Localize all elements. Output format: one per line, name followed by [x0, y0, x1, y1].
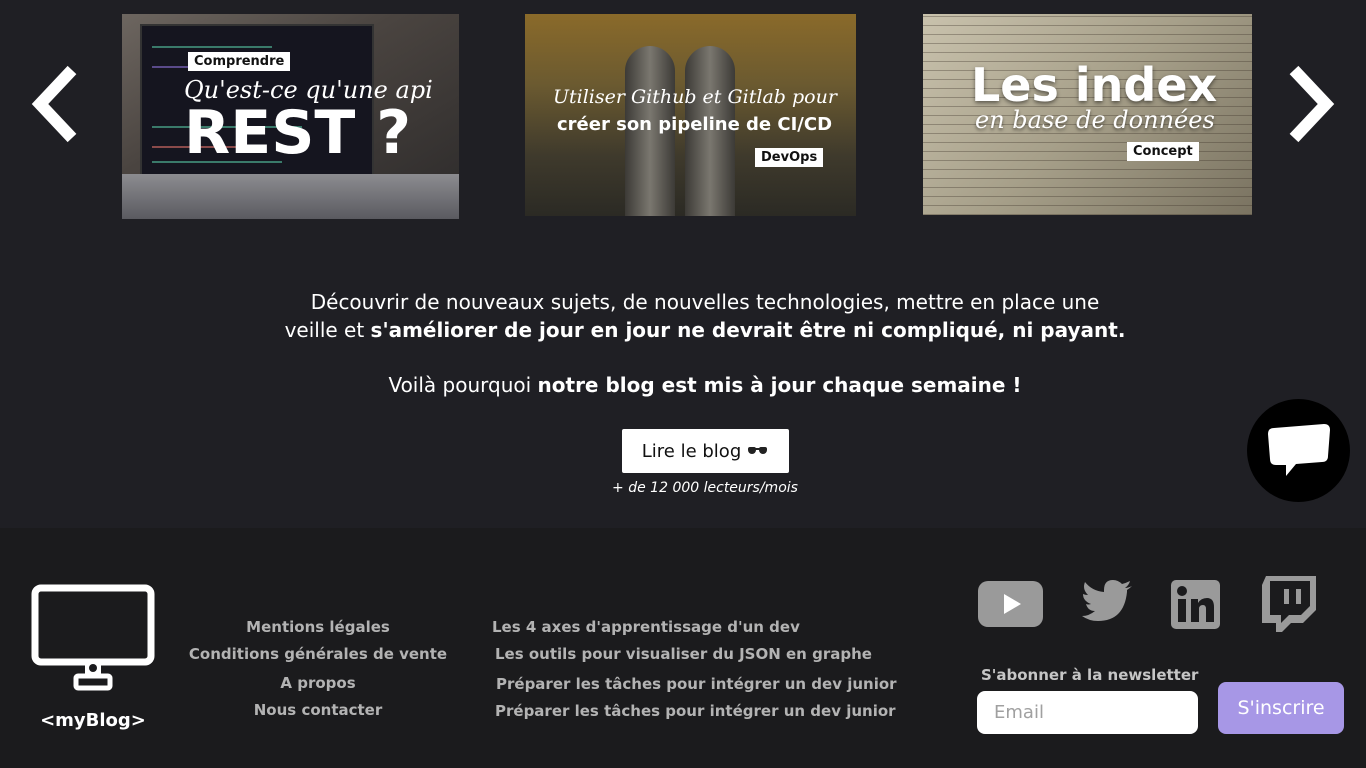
hero-section: Comprendre Qu'est-ce qu'une api REST ? U…: [0, 0, 1366, 528]
footer-link-article[interactable]: Les 4 axes d'apprentissage d'un dev: [492, 618, 800, 636]
newsletter-email-input[interactable]: [977, 691, 1198, 734]
youtube-icon[interactable]: [978, 581, 1043, 627]
card-subtitle: Utiliser Github et Gitlab pour: [553, 86, 837, 108]
subscribe-button[interactable]: S'inscrire: [1218, 682, 1344, 734]
twitch-icon[interactable]: [1262, 576, 1316, 633]
footer-link-contact[interactable]: Nous contacter: [188, 701, 448, 719]
read-blog-label: Lire le blog: [641, 440, 742, 462]
linkedin-icon[interactable]: [1171, 580, 1220, 629]
newsletter-label: S'abonner à la newsletter: [981, 666, 1199, 684]
article-card-index[interactable]: Les index en base de données Concept: [923, 14, 1252, 215]
read-blog-button[interactable]: Lire le blog: [622, 429, 789, 473]
footer-link-article[interactable]: Les outils pour visualiser du JSON en gr…: [495, 645, 872, 663]
intro-line2-text: Voilà pourquoi: [388, 373, 538, 397]
monitor-icon: [31, 584, 155, 691]
sunglasses-icon: [747, 446, 769, 456]
chat-button[interactable]: [1247, 399, 1350, 502]
intro-line2-bold: notre blog est mis à jour chaque semaine…: [537, 373, 1022, 397]
intro-line1-bold: s'améliorer de jour en jour ne devrait ê…: [370, 318, 1126, 342]
brand-name: <myBlog>: [40, 710, 146, 731]
article-card-rest-api[interactable]: Comprendre Qu'est-ce qu'une api REST ?: [122, 14, 459, 219]
intro-text: Découvrir de nouveaux sujets, de nouvell…: [283, 288, 1127, 399]
article-card-ci-cd[interactable]: Utiliser Github et Gitlab pour créer son…: [525, 14, 856, 216]
card-category-tag: DevOps: [755, 148, 824, 167]
card-subtitle: en base de données: [975, 106, 1215, 134]
chat-bubble-icon: [1267, 423, 1330, 476]
card-title: REST ?: [184, 98, 412, 168]
footer-link-cgv[interactable]: Conditions générales de vente: [188, 645, 448, 663]
readers-count: + de 12 000 lecteurs/mois: [612, 480, 798, 496]
footer-link-mentions-legales[interactable]: Mentions légales: [188, 618, 448, 636]
footer-link-article[interactable]: Préparer les tâches pour intégrer un dev…: [496, 675, 897, 693]
footer-link-article[interactable]: Préparer les tâches pour intégrer un dev…: [495, 702, 896, 720]
carousel-prev-button[interactable]: [28, 62, 84, 146]
laptop-keyboard-image: [122, 174, 459, 219]
card-category-tag: Concept: [1127, 142, 1199, 161]
chevron-right-icon: [1289, 65, 1335, 143]
chevron-left-icon: [31, 65, 77, 143]
card-title: créer son pipeline de CI/CD: [557, 114, 833, 135]
card-category-tag: Comprendre: [188, 52, 291, 71]
twitter-icon[interactable]: [1082, 580, 1134, 624]
footer-link-a-propos[interactable]: A propos: [188, 674, 448, 692]
carousel-next-button[interactable]: [1282, 62, 1338, 146]
card-title: Les index: [971, 58, 1218, 112]
